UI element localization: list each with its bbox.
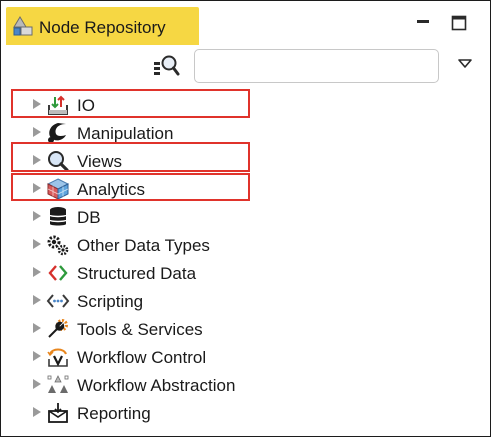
tree-item-label: Workflow Abstraction — [77, 376, 236, 395]
database-icon — [49, 207, 67, 226]
tree-item-label: Analytics — [77, 180, 146, 199]
tree-item-db[interactable]: DB — [1, 203, 490, 231]
maximize-icon — [451, 15, 467, 31]
tree-item-views[interactable]: Views — [1, 147, 490, 175]
tree-item-label: Manipulation — [77, 124, 174, 143]
expand-arrow-icon[interactable] — [33, 407, 41, 417]
tree-item-label: Tools & Services — [77, 320, 203, 339]
tree-item-scripting[interactable]: Scripting — [1, 287, 490, 315]
tree-item-io[interactable]: IO — [1, 91, 490, 119]
reporting-icon — [48, 403, 68, 423]
expand-arrow-icon[interactable] — [33, 155, 41, 165]
maximize-button[interactable] — [450, 14, 468, 32]
io-icon — [48, 95, 68, 115]
workflow-control-icon — [47, 348, 68, 367]
tree-item-label: Reporting — [77, 404, 151, 423]
tools-icon — [48, 319, 68, 338]
dropdown-arrow-icon — [458, 59, 472, 68]
tree-item-workflow-abstraction[interactable]: Workflow Abstraction — [1, 371, 490, 399]
analytics-cube-icon — [46, 178, 70, 200]
expand-arrow-icon[interactable] — [33, 127, 41, 137]
tree-item-other-data-types[interactable]: Other Data Types — [1, 231, 490, 259]
minimize-icon — [417, 20, 429, 23]
tree-item-reporting[interactable]: Reporting — [1, 399, 490, 427]
tree-item-label: Workflow Control — [77, 348, 207, 367]
search-icon — [154, 55, 180, 76]
code-brackets-icon — [48, 265, 68, 281]
tree-item-label: Structured Data — [77, 264, 197, 283]
tree-item-label: IO — [77, 96, 95, 115]
manipulation-icon — [48, 123, 66, 143]
expand-arrow-icon[interactable] — [33, 211, 41, 221]
gears-icon — [47, 235, 69, 256]
expand-arrow-icon[interactable] — [33, 379, 41, 389]
tree-item-analytics[interactable]: Analytics — [1, 175, 490, 203]
expand-arrow-icon[interactable] — [33, 295, 41, 305]
tree-item-label: Other Data Types — [77, 236, 210, 255]
search-input[interactable] — [194, 49, 439, 83]
expand-arrow-icon[interactable] — [33, 351, 41, 361]
expand-arrow-icon[interactable] — [33, 323, 41, 333]
expand-arrow-icon[interactable] — [33, 99, 41, 109]
tree-item-label: Scripting — [77, 292, 144, 311]
tree-item-label: DB — [77, 208, 101, 227]
tree-item-label: Views — [77, 152, 123, 171]
tree-item-structured-data[interactable]: Structured Data — [1, 259, 490, 287]
node-repository-panel: Node Repository IO Manipulation Views An… — [0, 0, 491, 437]
tree-item-manipulation[interactable]: Manipulation — [1, 119, 490, 147]
expand-arrow-icon[interactable] — [33, 183, 41, 193]
workflow-abstraction-icon — [47, 375, 69, 393]
view-menu-button[interactable] — [457, 57, 473, 71]
tab-node-repository[interactable]: Node Repository — [6, 7, 199, 45]
tree-item-workflow-control[interactable]: Workflow Control — [1, 343, 490, 371]
search-row — [1, 45, 490, 85]
minimize-button[interactable] — [414, 14, 432, 32]
expand-arrow-icon[interactable] — [33, 267, 41, 277]
views-magnifier-icon — [48, 151, 69, 172]
expand-arrow-icon[interactable] — [33, 239, 41, 249]
search-button[interactable] — [151, 52, 181, 80]
panel-title: Node Repository — [39, 18, 166, 37]
node-repository-icon — [13, 16, 33, 36]
script-icon — [46, 294, 70, 308]
title-bar: Node Repository — [1, 1, 490, 45]
tree-item-tools-services[interactable]: Tools & Services — [1, 315, 490, 343]
